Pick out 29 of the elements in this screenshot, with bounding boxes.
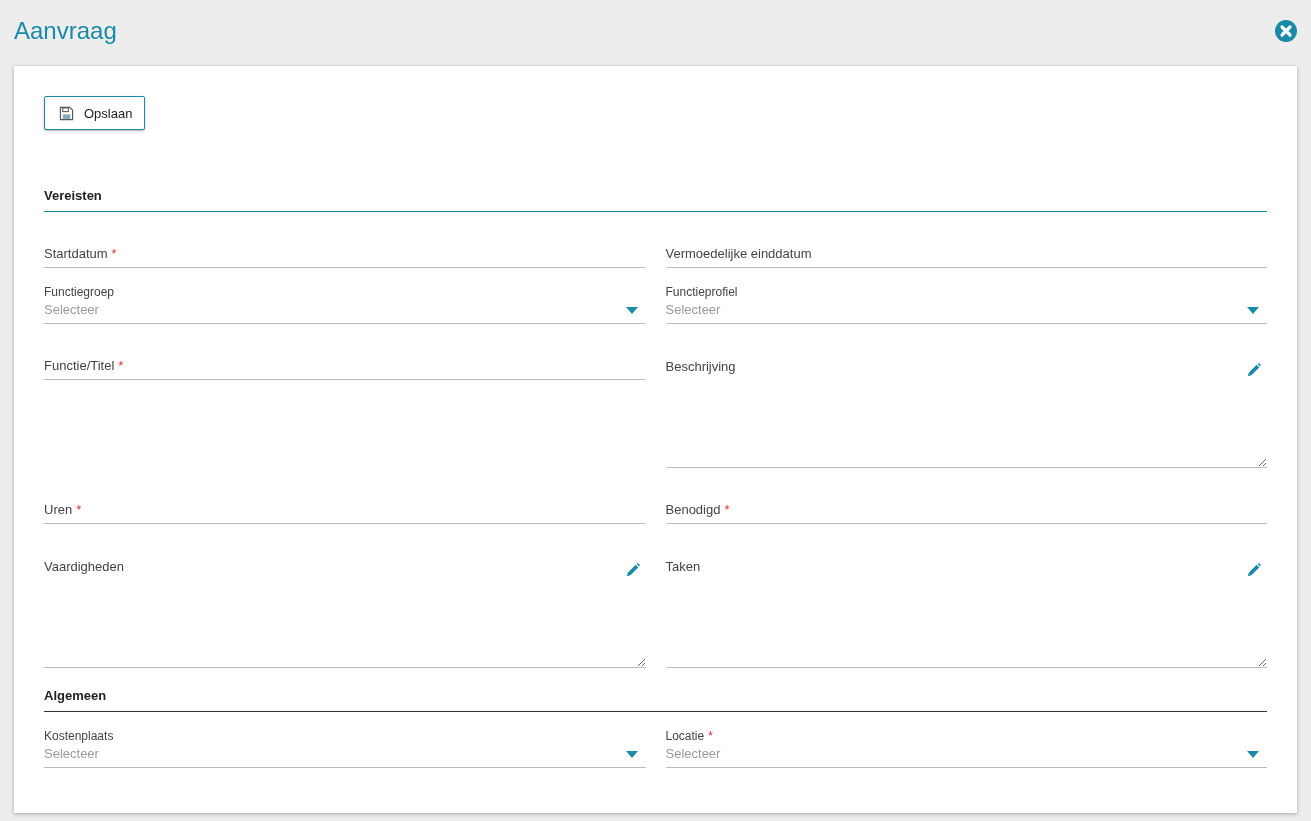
required-asterisk: * <box>118 357 124 375</box>
close-icon[interactable] <box>1275 20 1297 42</box>
text-field[interactable]: Vermoedelijke einddatum <box>665 223 1267 268</box>
text-field[interactable]: Startdatum * <box>44 223 646 268</box>
text-field[interactable]: Uren * <box>44 479 646 524</box>
save-button[interactable]: Opslaan <box>44 96 146 130</box>
caret-icon <box>625 751 638 758</box>
dropdown-field[interactable]: Kostenplaats Selecteer <box>44 723 646 768</box>
caret-icon <box>1247 307 1259 314</box>
dropdown-field[interactable]: Locatie * Selecteer <box>665 723 1267 768</box>
field-label: Taken <box>665 558 701 576</box>
section-heading: Algemeen <box>44 668 1267 712</box>
required-asterisk: * <box>111 245 117 263</box>
text-field[interactable]: Functie/Titel * <box>44 335 646 380</box>
section-heading: Vereisten <box>44 168 1267 212</box>
pencil-icon[interactable] <box>1247 563 1261 577</box>
caret-icon <box>625 307 638 314</box>
dropdown-field[interactable]: Functiegroep Selecteer <box>44 279 646 324</box>
pencil-icon[interactable] <box>625 563 640 577</box>
pencil-icon[interactable] <box>1247 363 1261 377</box>
required-asterisk: * <box>708 729 713 743</box>
required-asterisk: * <box>724 501 730 519</box>
dropdown-field[interactable]: Functieprofiel Selecteer <box>665 279 1267 324</box>
caret-icon <box>1247 751 1259 758</box>
required-asterisk: * <box>76 501 82 519</box>
field-label: Vaardigheden <box>44 558 124 576</box>
page-title: Aanvraag <box>14 17 117 45</box>
text-field[interactable]: Benodigd * <box>665 479 1267 524</box>
field-label: Beschrijving <box>665 358 736 376</box>
